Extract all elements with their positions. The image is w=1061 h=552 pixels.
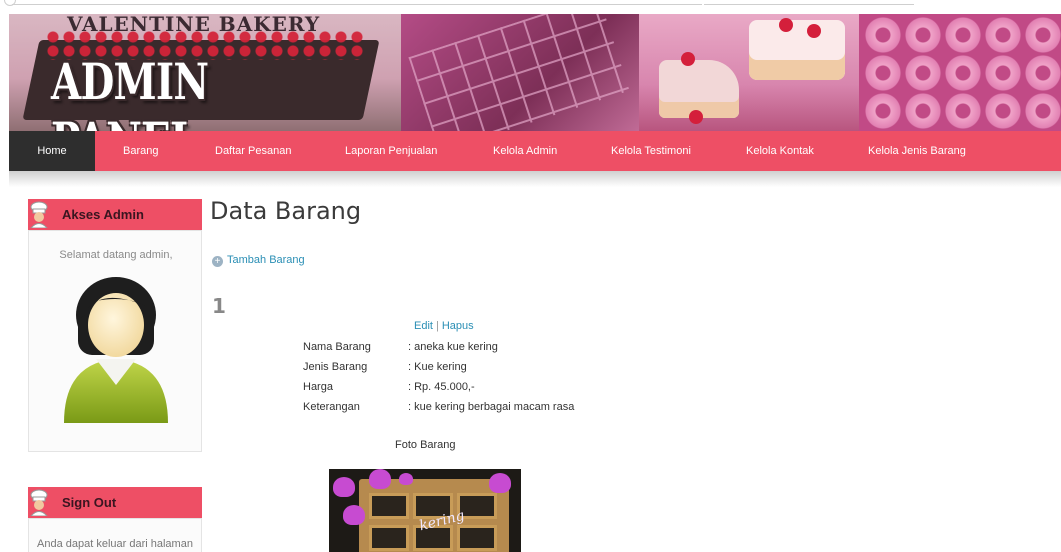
- nav-kelola-kontak[interactable]: Kelola Kontak: [746, 131, 814, 171]
- akses-admin-header: Akses Admin: [28, 199, 202, 230]
- heart-icon: [343, 505, 365, 525]
- nav-daftar-pesanan[interactable]: Daftar Pesanan: [215, 131, 291, 171]
- header-banner: VALENTINE BAKERY ADMIN PANEL: [9, 14, 1061, 131]
- chef-icon: [30, 201, 48, 228]
- brand-title: ADMIN PANEL: [51, 52, 209, 131]
- item-number: 1: [212, 294, 226, 318]
- add-item-link[interactable]: + Tambah Barang: [212, 254, 305, 267]
- field-label-jenis: Jenis Barang: [303, 361, 368, 373]
- photo-label: Foto Barang: [395, 439, 456, 451]
- welcome-text: Selamat datang admin,: [59, 249, 173, 261]
- page-title: Data Barang: [210, 197, 362, 225]
- nav-kelola-testimoni[interactable]: Kelola Testimoni: [611, 131, 691, 171]
- heart-icon: [369, 469, 391, 489]
- banner-donut-image: [859, 14, 1061, 131]
- akses-admin-box: Selamat datang admin,: [28, 230, 202, 452]
- circle-icon: [4, 0, 16, 6]
- field-value-jenis: : Kue kering: [408, 361, 467, 373]
- field-value-nama: : aneka kue kering: [408, 341, 498, 353]
- delete-link[interactable]: Hapus: [442, 320, 474, 332]
- brand-subtitle: VALENTINE BAKERY: [67, 14, 321, 36]
- edit-link[interactable]: Edit: [414, 320, 433, 332]
- action-separator: |: [435, 320, 439, 332]
- heart-icon: [333, 477, 355, 497]
- browser-top-strip: [0, 0, 1061, 14]
- banner-slice-cake-image: [639, 14, 859, 131]
- field-value-harga: : Rp. 45.000,-: [408, 381, 475, 393]
- banner-chocolate-image: [401, 14, 639, 131]
- field-label-nama: Nama Barang: [303, 341, 371, 353]
- plus-icon: +: [212, 256, 223, 267]
- nav-home[interactable]: Home: [9, 131, 95, 171]
- chef-icon: [30, 489, 48, 516]
- sign-out-text: Anda dapat keluar dari halaman: [37, 538, 193, 550]
- add-item-label[interactable]: Tambah Barang: [227, 254, 305, 266]
- nav-kelola-jenis-barang[interactable]: Kelola Jenis Barang: [868, 131, 966, 171]
- sign-out-title[interactable]: Sign Out: [62, 487, 116, 518]
- user-avatar-icon: [64, 277, 168, 423]
- field-label-harga: Harga: [303, 381, 333, 393]
- product-photo: kering: [329, 469, 521, 552]
- heart-icon: [489, 473, 511, 493]
- banner-cake-image: VALENTINE BAKERY ADMIN PANEL: [9, 14, 401, 131]
- field-value-keterangan: : kue kering berbagai macam rasa: [408, 401, 575, 413]
- heart-icon: [399, 473, 413, 485]
- field-label-keterangan: Keterangan: [303, 401, 360, 413]
- akses-admin-title: Akses Admin: [62, 207, 144, 222]
- nav-kelola-admin[interactable]: Kelola Admin: [493, 131, 557, 171]
- nav-laporan-penjualan[interactable]: Laporan Penjualan: [345, 131, 437, 171]
- sign-out-header: Sign Out: [28, 487, 202, 518]
- item-actions: Edit | Hapus: [414, 320, 474, 332]
- main-nav: Home Barang Daftar Pesanan Laporan Penju…: [9, 131, 1061, 171]
- nav-barang[interactable]: Barang: [123, 131, 158, 171]
